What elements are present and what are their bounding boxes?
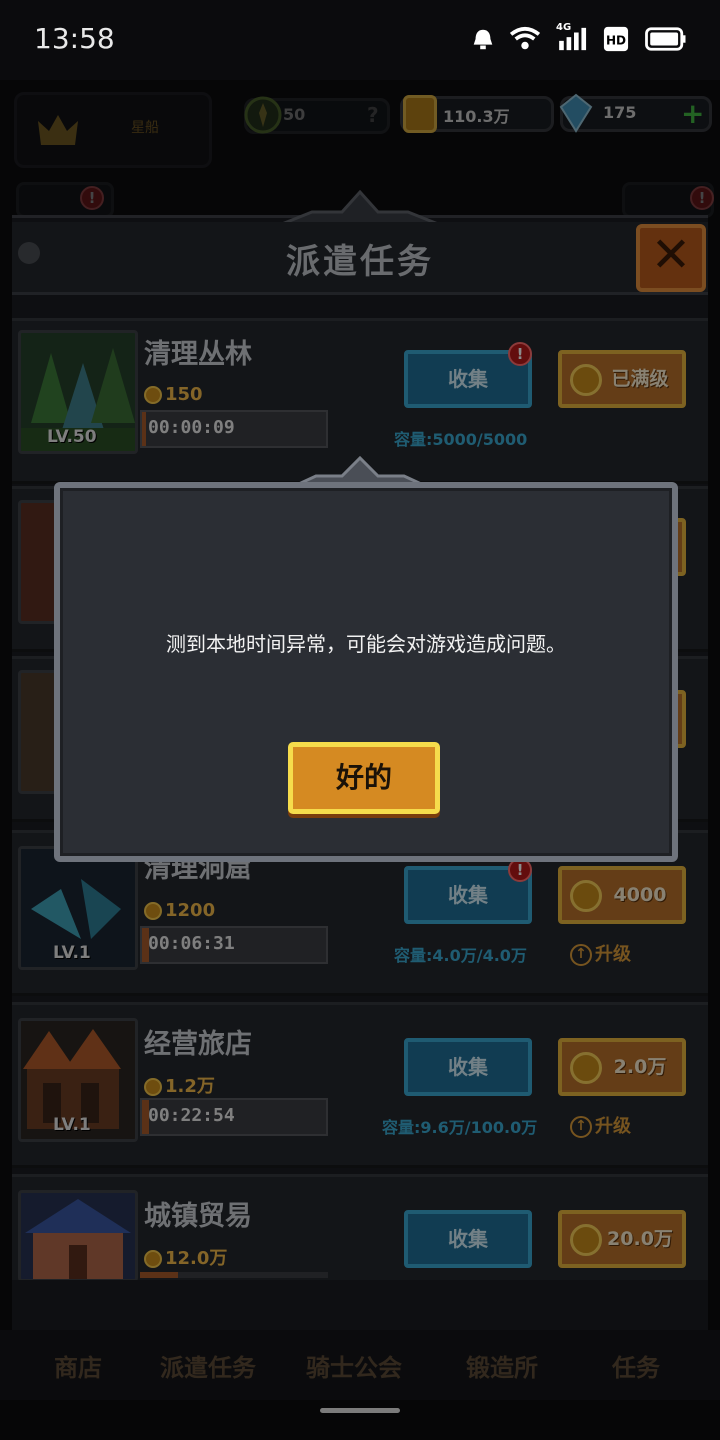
alarm-icon <box>473 29 493 50</box>
signal-icon <box>559 27 587 51</box>
hd-icon: HD <box>603 26 629 52</box>
status-time: 13:58 <box>34 22 115 55</box>
dialog-message: 测到本地时间异常，可能会对游戏造成问题。 <box>166 632 566 656</box>
wifi-icon <box>509 26 541 50</box>
ok-button[interactable]: 好的 <box>288 742 440 814</box>
svg-text:HD: HD <box>606 34 626 48</box>
battery-icon <box>645 27 686 51</box>
